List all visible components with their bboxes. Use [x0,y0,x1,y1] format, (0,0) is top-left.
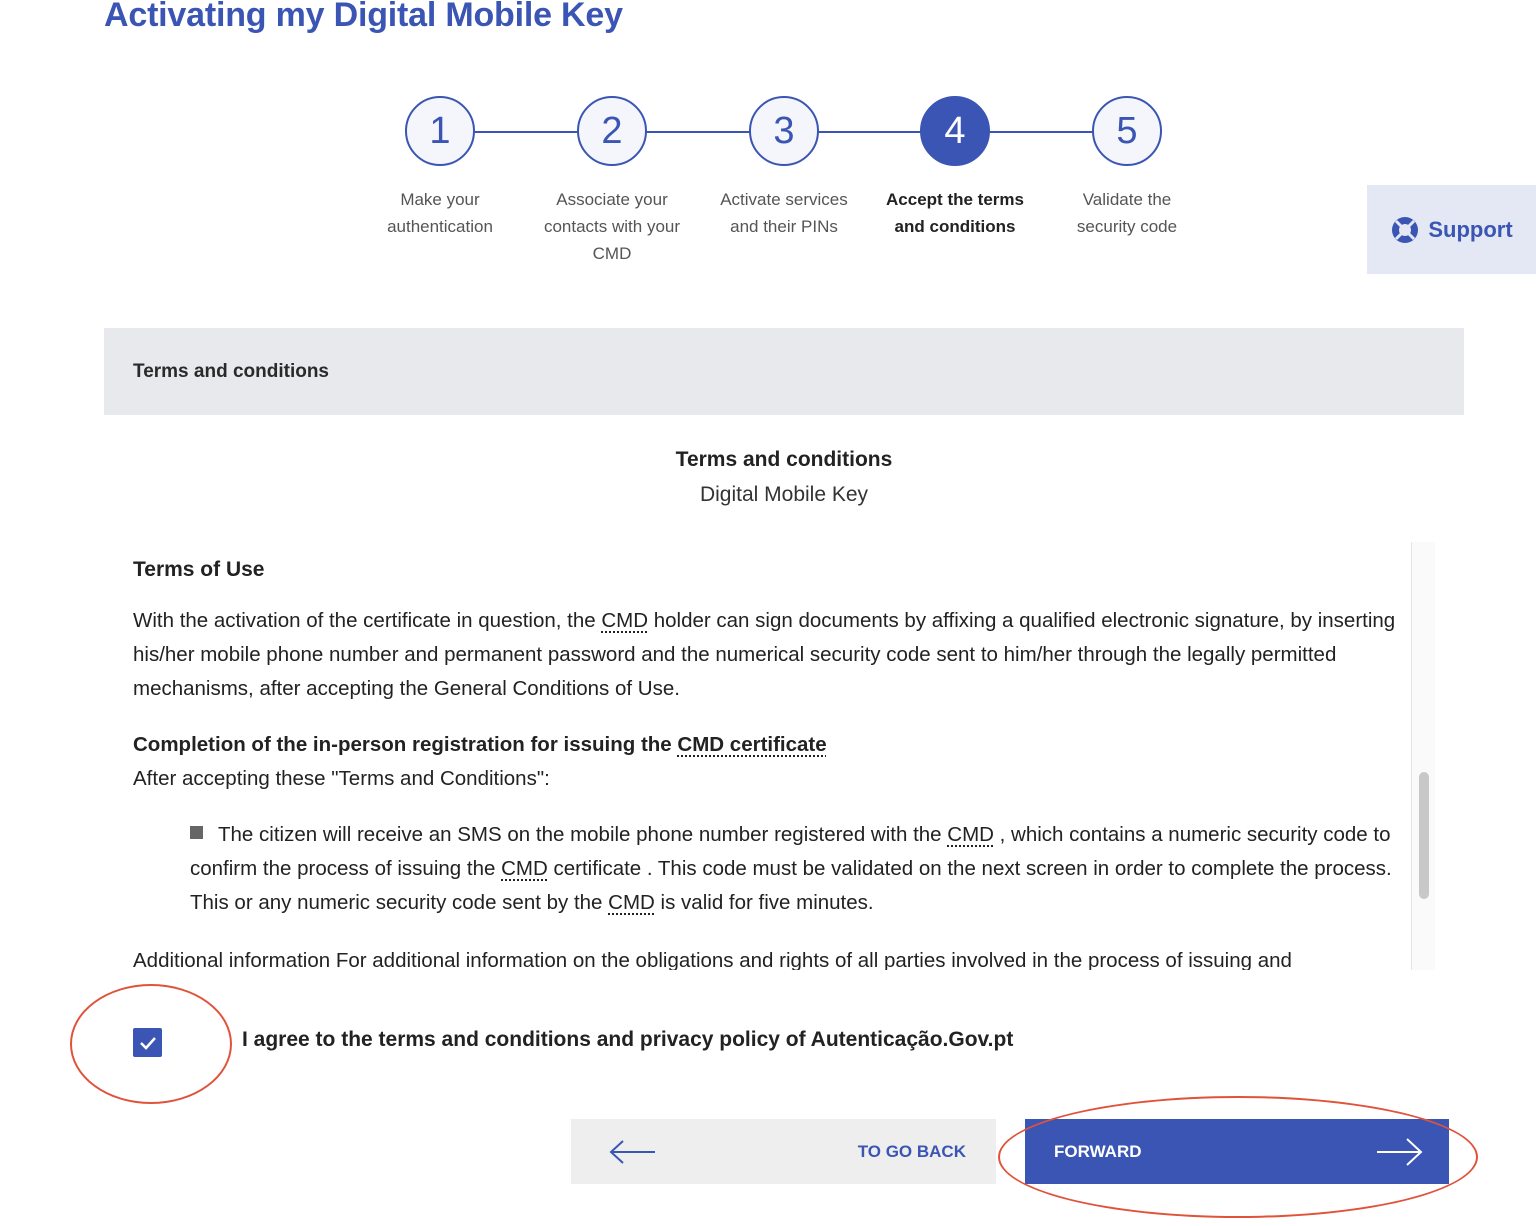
document-title: Terms and conditions [675,448,893,471]
terms-scroll-area[interactable]: Terms of Use With the activation of the … [104,540,1436,970]
list-item: The citizen will receive an SMS on the m… [190,823,1392,914]
step-label: Accept the terms and conditions [886,190,1024,236]
additional-info-text: Additional information For additional in… [133,949,1292,970]
checkmark-icon [139,1036,156,1050]
forward-button[interactable]: FORWARD [1025,1119,1449,1184]
step-label: Activate services and their PINs [720,190,848,236]
go-back-label: TO GO BACK [857,1141,966,1161]
completion-heading: Completion of the in-person registration… [133,733,827,756]
step-number: 5 [1092,96,1162,166]
step-label: Validate the security code [1076,190,1178,236]
section-heading: Terms and conditions [104,328,1464,415]
terms-paragraph: With the activation of the certificate i… [133,609,1396,700]
step-number: 1 [405,96,475,166]
agree-label: I agree to the terms and conditions and … [242,1028,1014,1051]
scrollbar[interactable] [1411,542,1435,970]
support-label: Support [1428,216,1513,242]
progress-stepper: 1 Make your authentication 2 Associate yo… [0,96,1536,276]
document-subtitle: Digital Mobile Key [699,483,869,506]
arrow-right-icon [1377,1137,1423,1166]
step-5: 5 Validate the security code [1042,96,1212,240]
cmd-abbreviation: CMD [601,609,649,632]
step-label: Make your authentication [387,190,493,236]
arrow-left-icon [609,1139,655,1164]
scrollbar-thumb[interactable] [1419,772,1429,899]
agree-checkbox[interactable] [133,1028,162,1057]
bullet-icon [190,826,203,839]
support-button[interactable]: Support [1367,185,1536,274]
step-1: 1 Make your authentication [355,96,525,240]
step-4: 4 Accept the terms and conditions [870,96,1040,240]
lifebuoy-icon [1392,216,1419,243]
step-3: 3 Activate services and their PINs [699,96,869,240]
step-number: 2 [577,96,647,166]
step-label: Associate your contacts with your CMD [543,190,681,263]
step-2: 2 Associate your contacts with your CMD [527,96,697,267]
step-number: 4 [920,96,990,166]
page-title: Activating my Digital Mobile Key [104,0,623,34]
step-number: 3 [749,96,819,166]
go-back-button[interactable]: TO GO BACK [571,1119,996,1184]
terms-of-use-heading: Terms of Use [133,558,265,581]
after-accepting-text: After accepting these "Terms and Conditi… [133,767,550,790]
forward-label: FORWARD [1054,1141,1142,1161]
